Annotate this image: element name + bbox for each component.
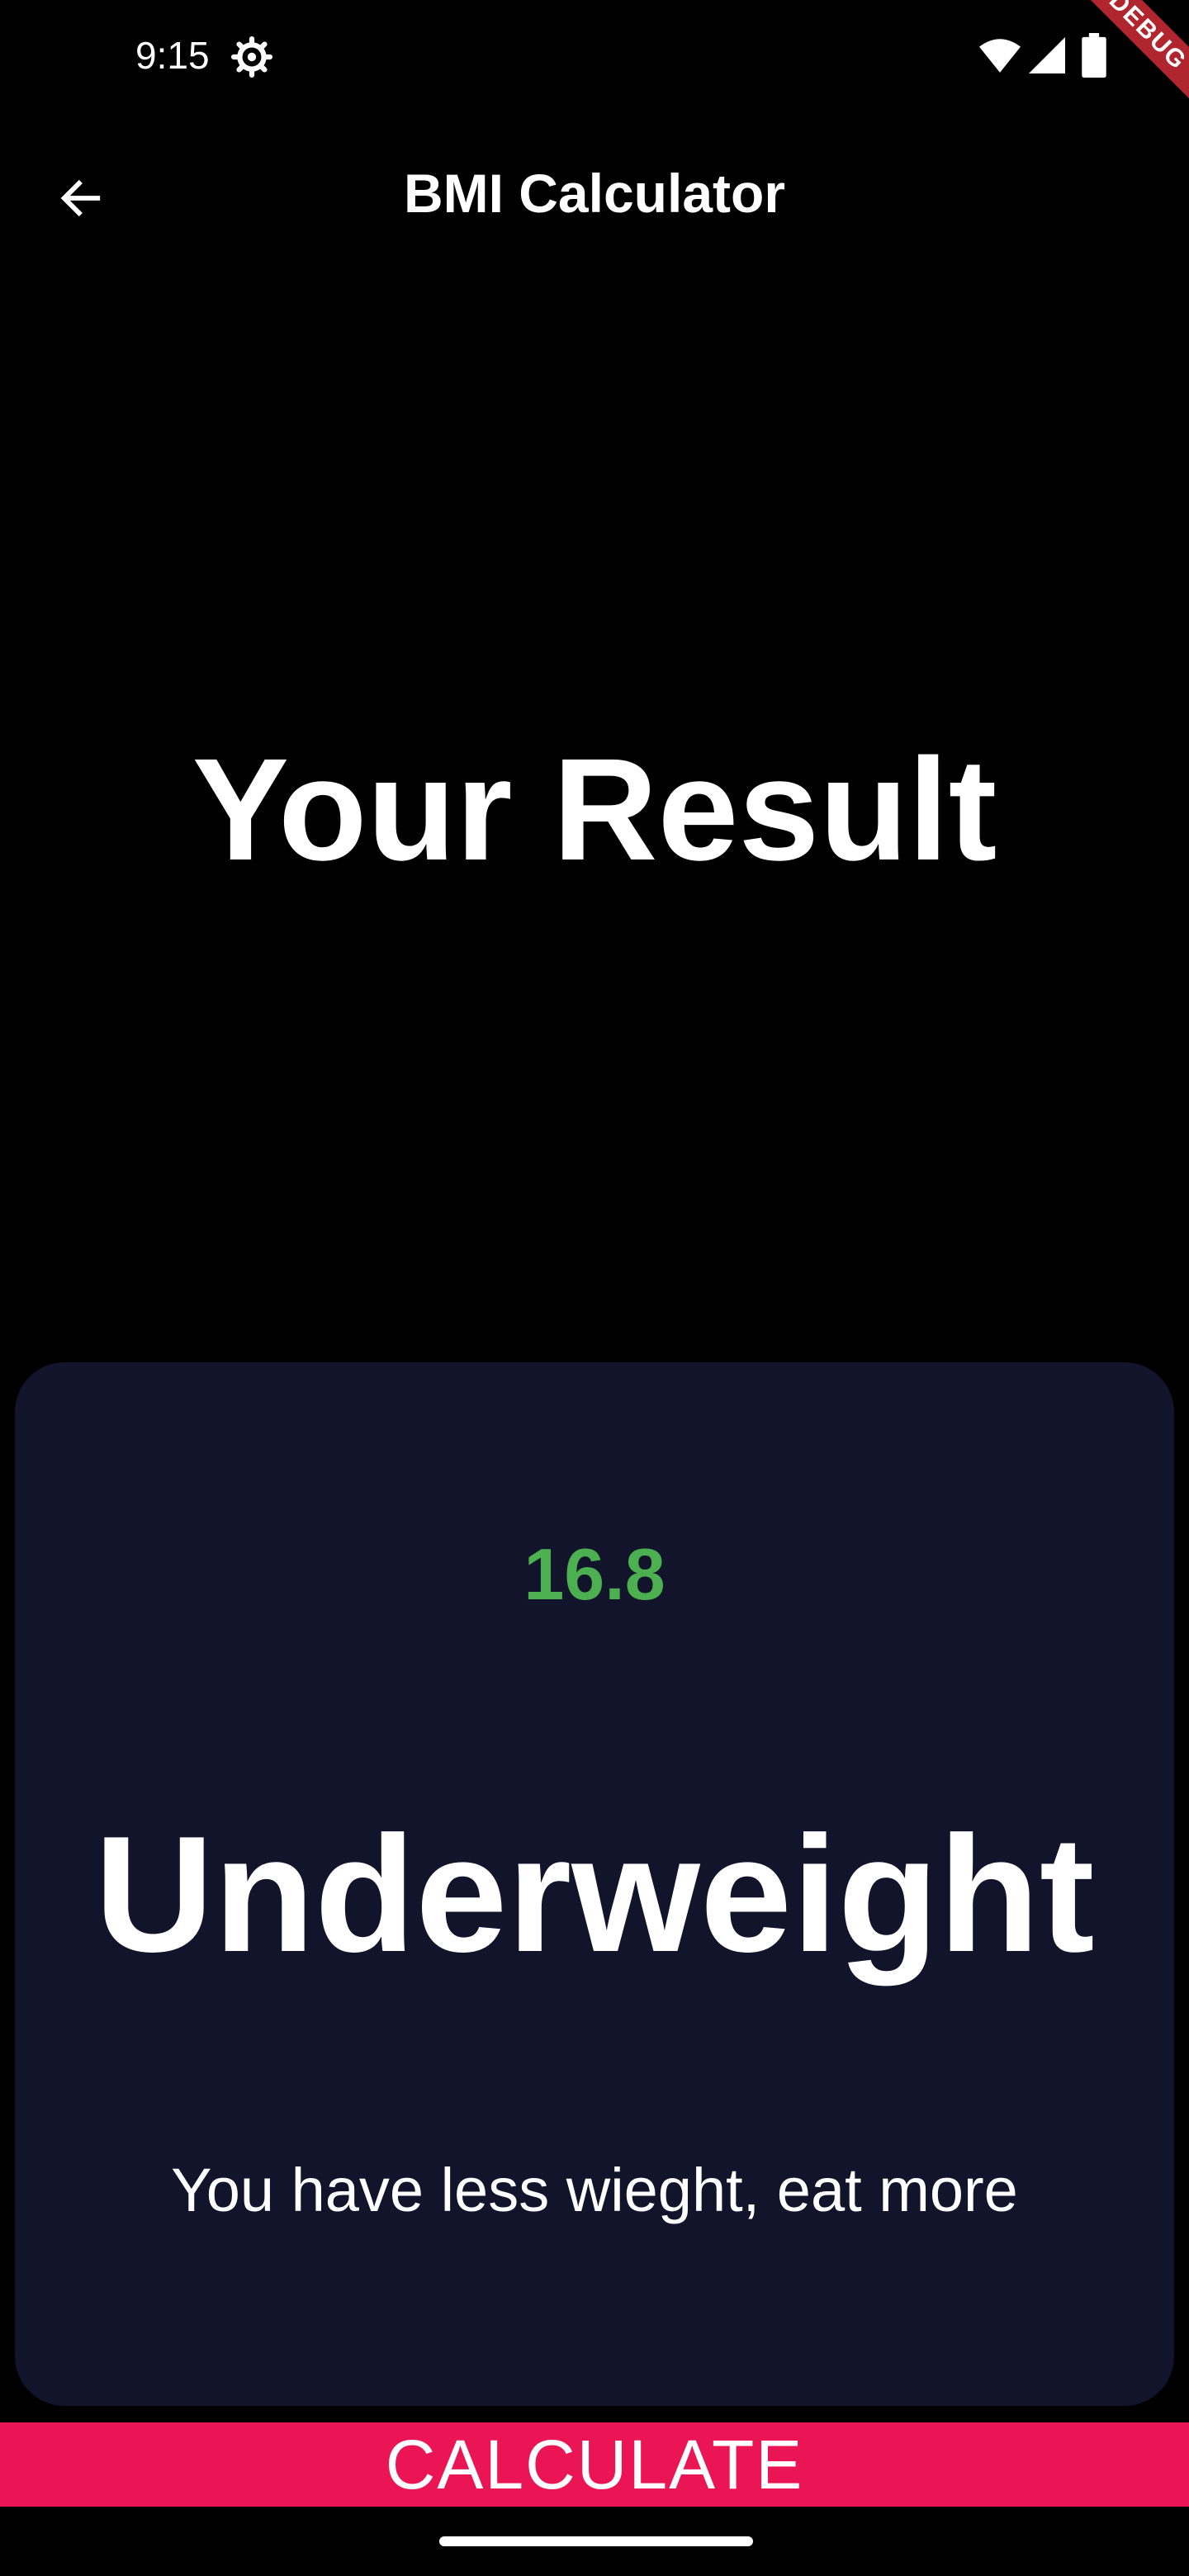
status-bar: 9:15 <box>0 0 1189 116</box>
signal-icon <box>1029 37 1065 73</box>
battery-icon <box>1082 33 1106 78</box>
status-time: 9:15 <box>135 34 210 77</box>
settings-icon <box>231 36 272 78</box>
wifi-icon <box>979 39 1021 73</box>
bmi-value: 16.8 <box>523 1533 666 1615</box>
result-heading: Your Result <box>192 729 997 891</box>
calculate-button[interactable]: CALCULATE <box>0 2422 1189 2507</box>
home-indicator[interactable] <box>439 2536 753 2546</box>
app-title: BMI Calculator <box>403 163 786 224</box>
bmi-category: Underweight <box>94 1802 1095 1986</box>
app-bar: BMI Calculator <box>0 132 1189 256</box>
bmi-advice: You have less wieght, eat more <box>171 2156 1018 2224</box>
result-card: 16.8 Underweight You have less wieght, e… <box>15 1362 1174 2406</box>
calculate-button-label: CALCULATE <box>385 2425 804 2503</box>
